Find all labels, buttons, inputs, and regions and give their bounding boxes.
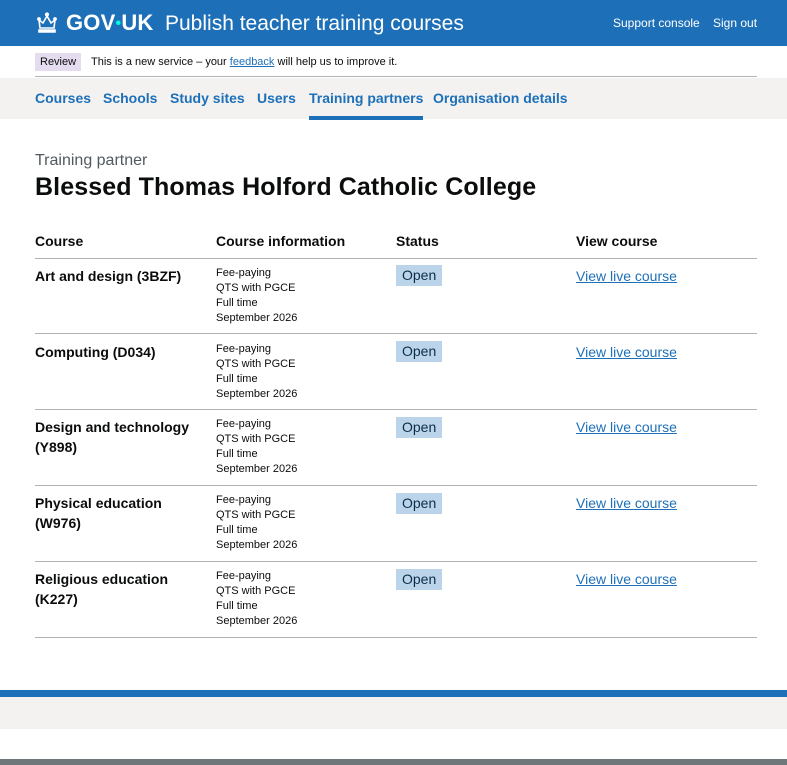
phase-banner: Review This is a new service – your feed… <box>35 46 757 77</box>
course-info: Fee-paying QTS with PGCE Full time Septe… <box>216 417 297 477</box>
course-name-line: Religious education <box>35 571 169 587</box>
course-info: Fee-paying QTS with PGCE Full time Septe… <box>216 342 297 402</box>
phase-text-before: This is a new service – your <box>91 56 227 68</box>
table-divider <box>35 637 757 638</box>
course-info: Fee-paying QTS with PGCE Full time Septe… <box>216 569 297 629</box>
status-badge: Open <box>396 493 443 514</box>
phase-tag: Review <box>35 53 82 71</box>
course-name-line: Computing (D034) <box>35 344 156 360</box>
support-console-link[interactable]: Support console <box>613 16 700 30</box>
course-info-qualification: QTS with PGCE <box>216 358 296 370</box>
course-name: Art and design (3BZF) <box>35 266 195 286</box>
view-live-course-link[interactable]: View live course <box>576 344 677 361</box>
page-title: Blessed Thomas Holford Catholic College <box>35 173 537 201</box>
course-info-funding: Fee-paying <box>216 494 272 506</box>
table-divider <box>35 409 757 410</box>
course-info-study-mode: Full time <box>216 448 258 460</box>
table-divider <box>35 258 757 259</box>
service-name[interactable]: Publish teacher training courses <box>165 11 464 37</box>
course-name: Computing (D034) <box>35 342 195 362</box>
feedback-link[interactable]: feedback <box>230 56 275 68</box>
primary-navigation: Courses Schools Study sites Users Traini… <box>0 78 787 120</box>
crown-icon <box>37 12 57 33</box>
nav-item-users[interactable]: Users <box>257 90 296 107</box>
status-badge: Open <box>396 341 443 362</box>
course-info-start-date: September 2026 <box>216 615 298 627</box>
course-name-line: Art and design (3BZF) <box>35 268 182 284</box>
course-info-start-date: September 2026 <box>216 388 298 400</box>
course-code: (Y898) <box>35 439 78 455</box>
course-info-qualification: QTS with PGCE <box>216 433 296 445</box>
course-info-start-date: September 2026 <box>216 463 298 475</box>
status-badge: Open <box>396 265 443 286</box>
page-bottom-bar <box>0 759 787 765</box>
course-name-line: Design and technology <box>35 419 190 435</box>
course-info-study-mode: Full time <box>216 524 258 536</box>
brand-gov: GOV <box>66 10 116 35</box>
nav-item-training-partners[interactable]: Training partners <box>309 90 424 120</box>
footer-top-border <box>0 690 787 697</box>
table-divider <box>35 333 757 334</box>
view-live-course-link[interactable]: View live course <box>576 268 677 285</box>
nav-item-organisation-details[interactable]: Organisation details <box>433 90 568 107</box>
nav-item-courses[interactable]: Courses <box>35 90 91 107</box>
course-info-funding: Fee-paying <box>216 418 272 430</box>
course-name: Design and technology (Y898) <box>35 417 195 457</box>
govuk-logo[interactable]: GOV•UK <box>66 10 154 37</box>
sign-out-link[interactable]: Sign out <box>713 16 757 30</box>
status-badge: Open <box>396 417 443 438</box>
course-info: Fee-paying QTS with PGCE Full time Septe… <box>216 493 297 553</box>
column-header-view-course: View course <box>576 233 658 249</box>
site-footer <box>0 697 787 729</box>
site-header: GOV•UK Publish teacher training courses … <box>0 0 787 46</box>
course-name: Religious education (K227) <box>35 569 195 609</box>
course-code: (W976) <box>35 515 81 531</box>
column-header-course: Course <box>35 233 84 249</box>
course-info: Fee-paying QTS with PGCE Full time Septe… <box>216 266 297 326</box>
nav-item-study-sites[interactable]: Study sites <box>170 90 245 107</box>
course-info-start-date: September 2026 <box>216 539 298 551</box>
page-bottom-space <box>0 729 787 759</box>
phase-banner-text: This is a new service – your feedback wi… <box>91 55 397 69</box>
course-info-study-mode: Full time <box>216 297 258 309</box>
course-name: Physical education (W976) <box>35 493 195 533</box>
table-divider <box>35 561 757 562</box>
course-code: (K227) <box>35 591 78 607</box>
course-info-start-date: September 2026 <box>216 312 298 324</box>
course-info-study-mode: Full time <box>216 600 258 612</box>
column-header-status: Status <box>396 233 439 249</box>
view-live-course-link[interactable]: View live course <box>576 495 677 512</box>
course-info-qualification: QTS with PGCE <box>216 282 296 294</box>
course-info-qualification: QTS with PGCE <box>216 509 296 521</box>
status-badge: Open <box>396 569 443 590</box>
course-info-funding: Fee-paying <box>216 267 272 279</box>
page-caption: Training partner <box>35 152 148 169</box>
brand-uk: UK <box>121 10 154 35</box>
course-info-qualification: QTS with PGCE <box>216 585 296 597</box>
phase-text-after: will help us to improve it. <box>277 56 398 68</box>
view-live-course-link[interactable]: View live course <box>576 571 677 588</box>
table-divider <box>35 485 757 486</box>
column-header-course-information: Course information <box>216 233 346 249</box>
course-info-funding: Fee-paying <box>216 343 272 355</box>
course-name-line: Physical education <box>35 495 162 511</box>
course-info-funding: Fee-paying <box>216 570 272 582</box>
view-live-course-link[interactable]: View live course <box>576 419 677 436</box>
course-info-study-mode: Full time <box>216 373 258 385</box>
nav-item-schools[interactable]: Schools <box>103 90 157 107</box>
